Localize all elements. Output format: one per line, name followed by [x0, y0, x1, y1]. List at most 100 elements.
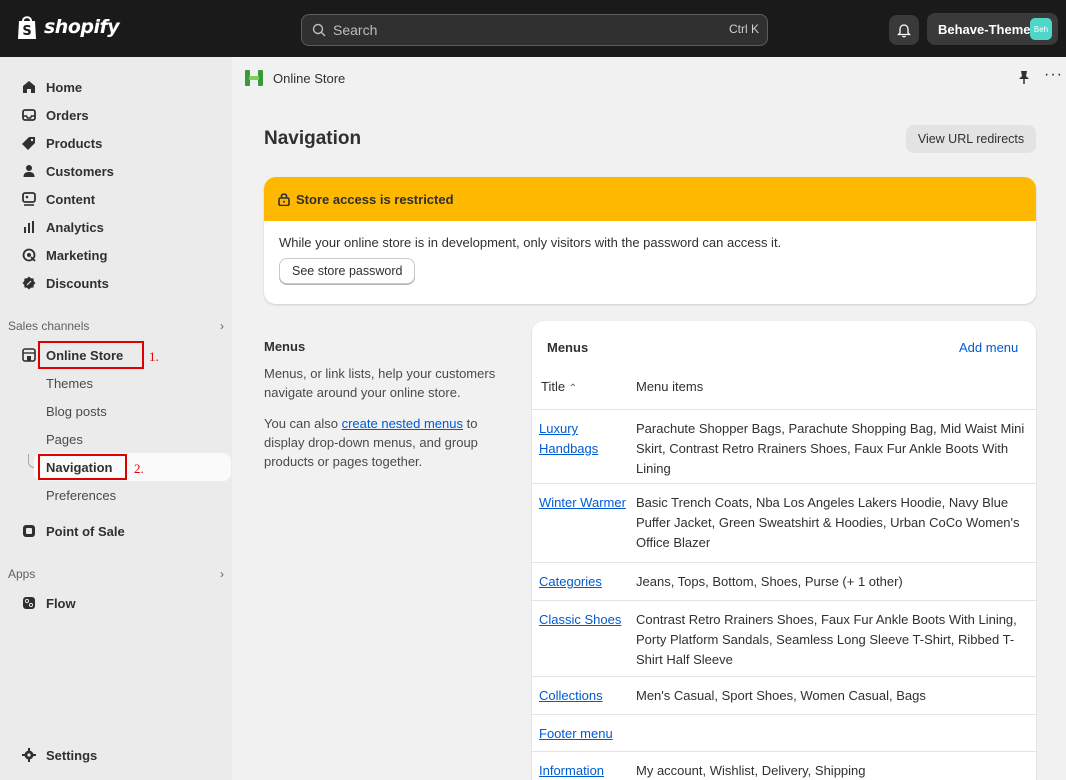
chevron-right-icon: › [220, 567, 224, 581]
menus-description: Menus Menus, or link lists, help your cu… [264, 339, 509, 483]
see-store-password-button[interactable]: See store password [279, 258, 416, 284]
annotation-box-navigation [38, 454, 127, 480]
search-input[interactable]: Search Ctrl K [301, 14, 768, 46]
nested-menus-text: You can also create nested menus to disp… [264, 414, 509, 471]
menus-card: Menus Add menu Title ⌃ Menu items Luxury… [532, 321, 1036, 780]
menu-items-column-header: Menu items [636, 379, 704, 394]
menu-items-text: Parachute Shopper Bags, Parachute Shoppi… [636, 421, 1025, 476]
nested-prefix: You can also [264, 416, 342, 431]
sidebar: Home Orders Products Customers Content A… [0, 57, 232, 780]
create-nested-menus-link[interactable]: create nested menus [342, 416, 463, 431]
menu-title-link[interactable]: Collections [539, 686, 627, 706]
inbox-icon [22, 108, 36, 122]
menu-items-text: Jeans, Tops, Bottom, Shoes, Purse (+ 1 o… [636, 574, 903, 589]
sidebar-item-pages[interactable]: Pages [46, 432, 83, 447]
sidebar-item-label: Content [46, 191, 96, 207]
menus-card-title: Menus [547, 340, 589, 355]
avatar: Beh [1030, 18, 1052, 40]
table-row: Collections Men's Casual, Sport Shoes, W… [532, 676, 1036, 714]
title-column-label: Title [541, 379, 566, 394]
pin-icon[interactable] [1018, 70, 1030, 84]
sidebar-item-label: Home [46, 79, 83, 95]
discount-icon [22, 276, 36, 290]
online-store-icon [245, 70, 263, 86]
more-actions-icon[interactable]: ··· [1044, 66, 1063, 84]
lock-icon [278, 193, 290, 206]
annotation-box-online-store [38, 341, 144, 369]
annotation-step-2: 2. [134, 461, 144, 476]
table-row: Luxury Handbags Parachute Shopper Bags, … [532, 409, 1036, 483]
banner-header: Store access is restricted [264, 177, 1036, 221]
table-row: Footer menu [532, 714, 1036, 751]
menus-description-text: Menus, or link lists, help your customer… [264, 366, 496, 400]
search-placeholder: Search [333, 22, 378, 38]
sidebar-item-discounts[interactable]: Discounts [0, 270, 232, 296]
breadcrumb-label: Online Store [273, 70, 346, 86]
sidebar-item-label: Discounts [46, 275, 109, 291]
sidebar-item-home[interactable]: Home [0, 74, 232, 100]
section-label: Sales channels [8, 319, 90, 333]
bar-chart-icon [22, 220, 36, 234]
sidebar-item-content[interactable]: Content [0, 186, 232, 212]
menu-items-text: My account, Wishlist, Delivery, Shipping [636, 763, 866, 778]
sidebar-item-label: Analytics [46, 219, 104, 235]
sales-channels-section[interactable]: Sales channels › [8, 319, 224, 333]
add-menu-button[interactable]: Add menu [959, 340, 1018, 355]
sidebar-item-orders[interactable]: Orders [0, 102, 232, 128]
search-shortcut: Ctrl K [729, 22, 759, 36]
sidebar-item-point-of-sale[interactable]: Point of Sale [0, 518, 232, 544]
logo-text: shopify [44, 16, 120, 38]
sidebar-item-label: Flow [46, 595, 76, 611]
account-name: Behave-Theme [938, 21, 1031, 37]
content-icon [22, 192, 36, 206]
menu-items-text: Contrast Retro Rrainers Shoes, Faux Fur … [636, 612, 1017, 667]
menu-title-link[interactable]: Footer menu [539, 724, 627, 744]
sidebar-item-label: Point of Sale [46, 523, 125, 539]
sidebar-item-marketing[interactable]: Marketing [0, 242, 232, 268]
search-icon [312, 23, 326, 37]
sidebar-item-label: Orders [46, 107, 89, 123]
table-row: Classic Shoes Contrast Retro Rrainers Sh… [532, 600, 1036, 676]
table-row: Categories Jeans, Tops, Bottom, Shoes, P… [532, 562, 1036, 600]
sort-icon: ⌃ [568, 383, 578, 394]
chevron-right-icon: › [220, 319, 224, 333]
shopify-logo[interactable]: S shopify [16, 14, 120, 40]
sidebar-item-customers[interactable]: Customers [0, 158, 232, 184]
sidebar-item-label: Marketing [46, 247, 108, 263]
home-icon [22, 80, 36, 94]
svg-text:S: S [22, 24, 31, 39]
annotation-step-1: 1. [149, 349, 159, 364]
person-icon [22, 164, 36, 178]
notifications-button[interactable] [889, 15, 919, 45]
bell-icon [897, 23, 911, 37]
tag-icon [22, 136, 36, 150]
menus-heading: Menus [264, 339, 306, 354]
table-row: Winter Warmer Basic Trench Coats, Nba Lo… [532, 483, 1036, 562]
apps-section[interactable]: Apps › [8, 567, 224, 581]
title-column-header[interactable]: Title ⌃ [541, 379, 577, 394]
sidebar-item-preferences[interactable]: Preferences [46, 488, 116, 503]
menu-title-link[interactable]: Luxury Handbags [539, 419, 627, 459]
sidebar-item-blog-posts[interactable]: Blog posts [46, 404, 107, 419]
account-menu-button[interactable]: Behave-Theme Beh [927, 13, 1058, 45]
sidebar-item-label: Customers [46, 163, 114, 179]
sidebar-item-themes[interactable]: Themes [46, 376, 93, 391]
sidebar-item-flow[interactable]: Flow [0, 590, 232, 616]
sidebar-item-products[interactable]: Products [0, 130, 232, 156]
banner-message: While your online store is in developmen… [279, 235, 782, 250]
sidebar-item-label: Products [46, 135, 103, 151]
page-title: Navigation [264, 128, 362, 149]
menu-title-link[interactable]: Winter Warmer [539, 493, 627, 513]
view-url-redirects-button[interactable]: View URL redirects [906, 125, 1036, 153]
menu-items-text: Basic Trench Coats, Nba Los Angeles Lake… [636, 495, 1020, 550]
menu-title-link[interactable]: Classic Shoes [539, 610, 634, 630]
sidebar-item-analytics[interactable]: Analytics [0, 214, 232, 240]
banner-title: Store access is restricted [296, 191, 454, 207]
menu-title-link[interactable]: Information [539, 761, 627, 780]
sidebar-item-settings[interactable]: Settings [0, 742, 232, 768]
menu-title-link[interactable]: Categories [539, 572, 627, 592]
sidebar-item-label: Settings [46, 747, 98, 763]
table-row: Information My account, Wishlist, Delive… [532, 751, 1036, 780]
breadcrumb[interactable]: Online Store [245, 70, 345, 86]
flow-icon [22, 596, 36, 610]
